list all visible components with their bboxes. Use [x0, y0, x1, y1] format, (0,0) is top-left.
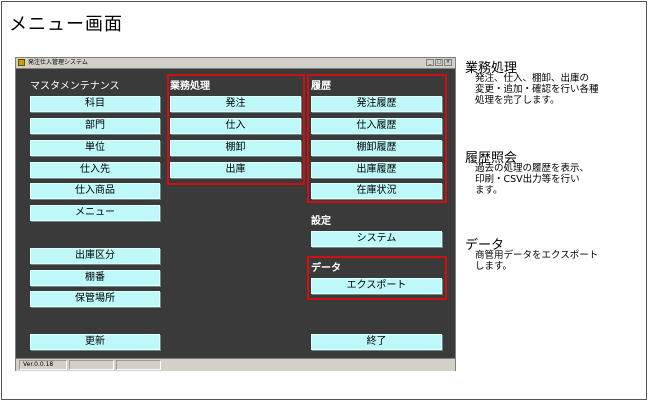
master-btn-unit[interactable]: 単位	[30, 140, 160, 156]
history-btn-purchase[interactable]: 仕入履歴	[311, 118, 442, 134]
business-btn-purchase[interactable]: 仕入	[170, 118, 301, 134]
history-btn-order[interactable]: 発注履歴	[311, 96, 442, 112]
app-icon	[18, 59, 25, 66]
history-btn-inventory[interactable]: 棚卸履歴	[311, 140, 442, 156]
exit-button[interactable]: 終了	[311, 334, 442, 350]
export-button[interactable]: エクスポート	[311, 278, 442, 294]
master-btn-storage[interactable]: 保管場所	[30, 291, 160, 307]
master-btn-supplier[interactable]: 仕入先	[30, 162, 160, 178]
status-cell-2	[69, 360, 114, 370]
window-title: 発注仕入管理システム	[28, 59, 88, 66]
business-btn-inventory[interactable]: 棚卸	[170, 140, 301, 156]
master-btn-department[interactable]: 部門	[30, 118, 160, 134]
business-label: 業務処理	[170, 81, 210, 92]
settings-label: 設定	[311, 216, 331, 227]
maximize-button[interactable]: □	[435, 59, 443, 66]
status-bar: Ver.0.0.18	[16, 358, 455, 371]
app-window: 発注仕入管理システム _ □ × マスタメンテナンス 科目 部門 単位 仕入先 …	[15, 57, 456, 371]
note-data-body: 商管用データをエクスポート します。	[475, 250, 599, 272]
data-label: データ	[311, 263, 341, 274]
business-btn-shipment[interactable]: 出庫	[170, 162, 301, 178]
master-btn-shipment-type[interactable]: 出庫区分	[30, 248, 160, 264]
system-button[interactable]: システム	[311, 231, 442, 247]
history-label: 履歴	[311, 81, 331, 92]
version-label: Ver.0.0.18	[19, 360, 67, 370]
master-btn-product[interactable]: 仕入商品	[30, 183, 160, 199]
window-titlebar: 発注仕入管理システム _ □ ×	[16, 58, 455, 69]
status-cell-3	[116, 360, 161, 370]
master-btn-shelf[interactable]: 棚番	[30, 270, 160, 286]
history-btn-shipment[interactable]: 出庫履歴	[311, 162, 442, 178]
master-btn-account[interactable]: 科目	[30, 96, 160, 112]
history-btn-stock-status[interactable]: 在庫状況	[311, 183, 442, 199]
minimize-button[interactable]: _	[426, 59, 434, 66]
update-button[interactable]: 更新	[30, 334, 160, 350]
close-button[interactable]: ×	[444, 59, 452, 66]
note-history-body: 過去の処理の履歴を表示、 印刷・CSV出力等を行い ます。	[475, 163, 590, 196]
page-title: メニュー画面	[9, 14, 123, 35]
master-btn-menu[interactable]: メニュー	[30, 205, 160, 221]
master-label: マスタメンテナンス	[30, 81, 120, 92]
business-btn-order[interactable]: 発注	[170, 96, 301, 112]
note-business-body: 発注、仕入、棚卸、出庫の 変更・追加・確認を行い各種 処理を完了します。	[475, 73, 599, 106]
